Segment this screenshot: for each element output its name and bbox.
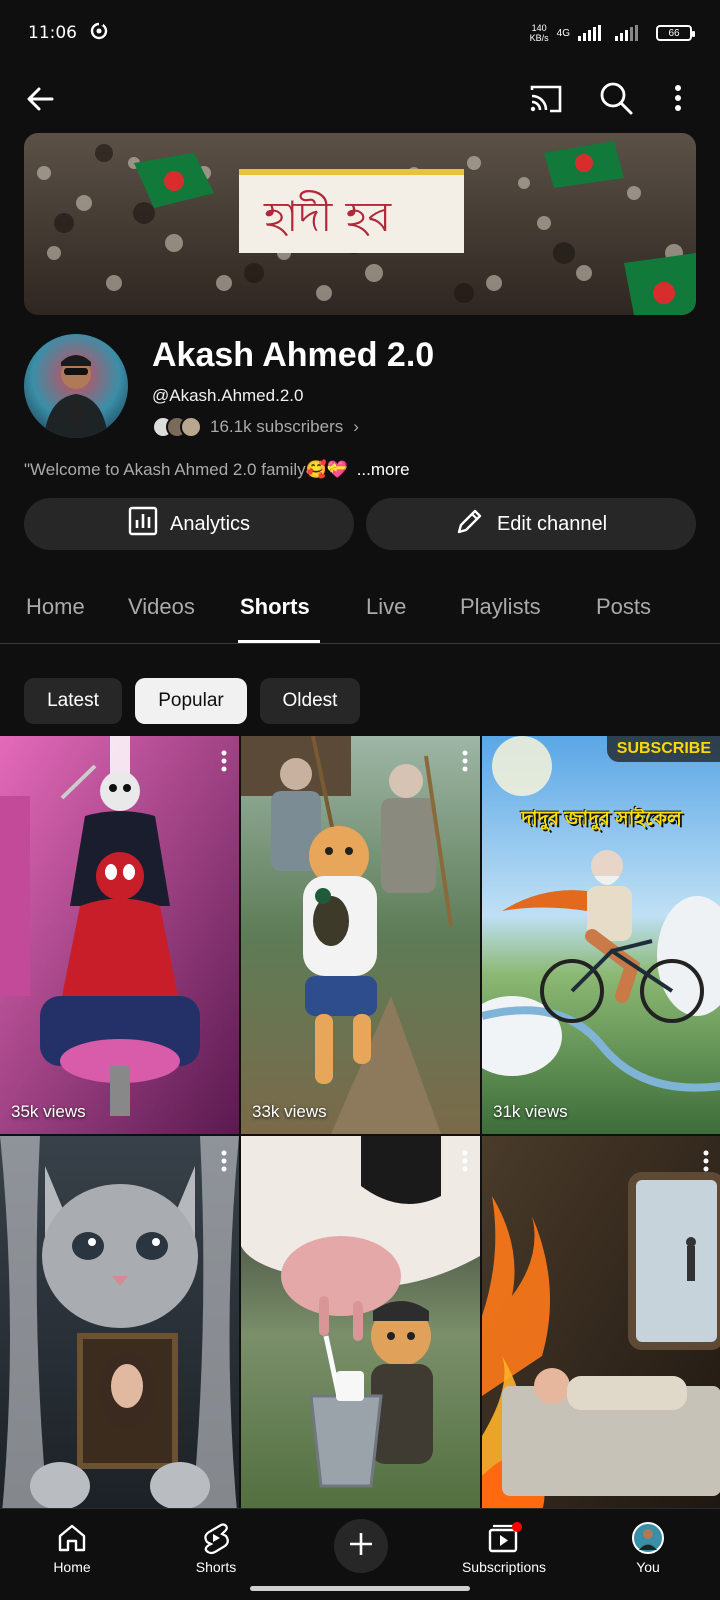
more-vert-icon[interactable] <box>462 750 468 772</box>
short-thumbnail[interactable] <box>0 1136 239 1534</box>
tab-playlists[interactable]: Playlists <box>460 594 541 620</box>
more-vert-icon[interactable] <box>462 1150 468 1172</box>
subscriber-count: 16.1k subscribers <box>210 417 344 436</box>
plus-icon <box>347 1530 375 1563</box>
subscriptions-icon <box>444 1521 564 1555</box>
battery-icon: 66 <box>656 25 695 41</box>
short-views: 35k views <box>11 1102 86 1121</box>
subscribe-badge[interactable]: SUBSCRIBE <box>606 736 720 762</box>
home-indicator <box>250 1586 470 1591</box>
subscriber-avatars <box>152 416 202 438</box>
more-vert-icon[interactable] <box>221 1150 227 1172</box>
analytics-button[interactable]: Analytics <box>24 498 354 550</box>
description-more-link[interactable]: ...more <box>357 460 410 479</box>
short-views: 31k views <box>493 1102 568 1121</box>
sync-icon <box>89 21 109 46</box>
search-icon[interactable] <box>598 80 634 116</box>
tab-shorts[interactable]: Shorts <box>240 594 310 620</box>
status-time: 11:06 <box>28 23 77 43</box>
short-thumbnail[interactable]: দাদুর জাদুর সাইকেল SUBSCRIBE 31k views <box>482 736 720 1134</box>
network-type: 4G <box>556 27 570 39</box>
short-thumbnail[interactable] <box>482 1136 720 1534</box>
short-views: 33k views <box>252 1102 327 1121</box>
channel-description[interactable]: "Welcome to Akash Ahmed 2.0 family🥰💝 ...… <box>24 460 410 480</box>
svg-text:হাদী হব: হাদী হব <box>263 190 392 241</box>
channel-name: Akash Ahmed 2.0 <box>152 336 435 374</box>
short-thumbnail[interactable]: 35k views <box>0 736 239 1134</box>
more-vert-icon[interactable] <box>221 750 227 772</box>
active-tab-indicator <box>238 640 320 643</box>
profile-avatar-icon <box>588 1521 708 1555</box>
nav-you[interactable]: You <box>588 1521 708 1575</box>
chip-popular[interactable]: Popular <box>135 678 247 724</box>
status-bar: 11:06 140 KB/s 4G 66 <box>0 0 720 66</box>
more-vert-icon[interactable] <box>670 80 686 116</box>
tab-live[interactable]: Live <box>366 594 406 620</box>
tab-home[interactable]: Home <box>26 594 85 620</box>
nav-subscriptions[interactable]: Subscriptions <box>444 1521 564 1575</box>
shorts-icon <box>156 1521 276 1555</box>
channel-avatar[interactable] <box>24 334 128 438</box>
chip-oldest[interactable]: Oldest <box>260 678 360 724</box>
edit-channel-button[interactable]: Edit channel <box>366 498 696 550</box>
short-overlay-title: দাদুর জাদুর সাইকেল <box>521 808 682 830</box>
signal-icon-2 <box>615 25 638 41</box>
create-button[interactable] <box>334 1519 388 1573</box>
channel-banner: হাদী হব <box>24 133 696 315</box>
chevron-right-icon: › <box>353 417 359 436</box>
back-arrow-icon[interactable] <box>24 82 58 116</box>
tab-videos[interactable]: Videos <box>128 594 195 620</box>
subscribers-row[interactable]: 16.1k subscribers › <box>152 416 359 438</box>
channel-handle: @Akash.Ahmed.2.0 <box>152 386 304 405</box>
home-icon <box>12 1521 132 1555</box>
cast-icon[interactable] <box>528 82 564 116</box>
chip-latest[interactable]: Latest <box>24 678 122 724</box>
pencil-icon <box>455 506 485 542</box>
more-vert-icon[interactable] <box>703 1150 709 1172</box>
signal-icon <box>578 25 601 41</box>
analytics-icon <box>128 506 158 542</box>
network-speed: 140 KB/s <box>529 23 549 43</box>
nav-home[interactable]: Home <box>12 1521 132 1575</box>
top-app-bar <box>0 66 720 130</box>
tab-posts[interactable]: Posts <box>596 594 651 620</box>
short-thumbnail[interactable]: 33k views <box>241 736 480 1134</box>
short-thumbnail[interactable] <box>241 1136 480 1534</box>
nav-shorts[interactable]: Shorts <box>156 1521 276 1575</box>
channel-tabs: Home Videos Shorts Live Playlists Posts <box>0 582 720 644</box>
